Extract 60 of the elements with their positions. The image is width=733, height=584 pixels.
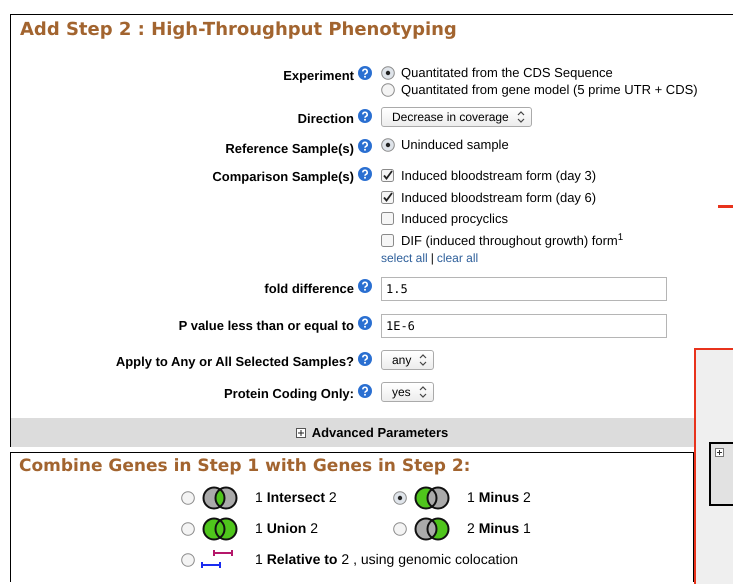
operation-label: 1 Union 2 xyxy=(255,519,318,538)
help-icon[interactable] xyxy=(358,352,372,366)
field-label: P value less than or equal to xyxy=(178,317,354,335)
text-link[interactable]: clear all xyxy=(436,249,478,267)
field-label: Reference Sample(s) xyxy=(225,140,354,158)
expand-icon xyxy=(296,428,306,438)
help-icon[interactable] xyxy=(358,167,372,181)
dropdown[interactable]: any xyxy=(381,350,434,370)
separator: | xyxy=(430,250,434,267)
checkbox[interactable] xyxy=(381,190,394,204)
input-field[interactable]: 1.5 xyxy=(381,277,667,301)
operation-label: 1 Intersect 2 xyxy=(255,488,337,507)
help-icon[interactable] xyxy=(358,138,372,152)
inner-panel xyxy=(709,442,733,506)
field-label: Apply to Any or All Selected Samples? xyxy=(116,353,354,371)
operation-label: 1 Minus 2 xyxy=(467,488,531,507)
option-label: Uninduced sample xyxy=(401,136,509,154)
section-title: Add Step 2 : High-Throughput Phenotyping xyxy=(20,18,458,42)
radio-button[interactable] xyxy=(393,522,407,536)
updown-arrows-icon xyxy=(516,111,525,123)
help-icon[interactable] xyxy=(358,109,372,123)
help-icon[interactable] xyxy=(358,66,372,80)
section-title: Combine Genes in Step 1 with Genes in Step 2: xyxy=(19,455,472,478)
radio-button[interactable] xyxy=(181,522,195,536)
radio-button[interactable] xyxy=(381,66,395,80)
radio-button[interactable] xyxy=(381,82,395,96)
updown-arrows-icon xyxy=(419,354,428,366)
field-label: Comparison Sample(s) xyxy=(212,168,354,186)
venn-diagram-icon xyxy=(413,486,451,510)
expand-icon[interactable] xyxy=(715,448,724,457)
radio-button[interactable] xyxy=(181,552,195,566)
option-label: Induced procyclics xyxy=(401,210,508,228)
checkbox[interactable] xyxy=(381,234,394,247)
field-label: Direction xyxy=(298,110,354,128)
dropdown[interactable]: Decrease in coverage xyxy=(381,107,532,127)
option-label: Quantitated from gene model (5 prime UTR + CDS) xyxy=(401,80,698,99)
field-label: fold difference xyxy=(264,280,354,298)
input-field[interactable]: 1E-6 xyxy=(381,314,667,338)
venn-diagram-icon xyxy=(201,486,239,510)
radio-button[interactable] xyxy=(393,490,407,504)
option-label: DIF (induced throughout growth) form$^{1}$ xyxy=(401,230,624,250)
option-label: Quantitated from the CDS Sequence xyxy=(401,64,613,82)
checkbox[interactable] xyxy=(381,212,394,226)
venn-diagram-icon xyxy=(413,516,451,540)
option-label: Induced bloodstream form (day 6) xyxy=(401,188,596,207)
operation-label: 1 Relative to 2 , using genomic colocation xyxy=(255,550,518,569)
operation-label: 2 Minus 1 xyxy=(467,519,531,538)
option-label: Induced bloodstream form (day 3) xyxy=(401,167,596,185)
help-icon[interactable] xyxy=(358,384,372,398)
dropdown[interactable]: yes xyxy=(381,382,434,402)
radio-button[interactable] xyxy=(181,490,195,504)
field-label: Protein Coding Only: xyxy=(224,384,354,403)
checkbox[interactable] xyxy=(381,169,394,182)
help-icon[interactable] xyxy=(358,279,372,293)
help-icon[interactable] xyxy=(358,316,372,330)
text-link[interactable]: select all xyxy=(381,249,428,267)
field-label: Experiment xyxy=(283,67,354,85)
radio-button[interactable] xyxy=(381,138,395,152)
venn-diagram-icon xyxy=(201,516,239,540)
updown-arrows-icon xyxy=(418,386,427,398)
